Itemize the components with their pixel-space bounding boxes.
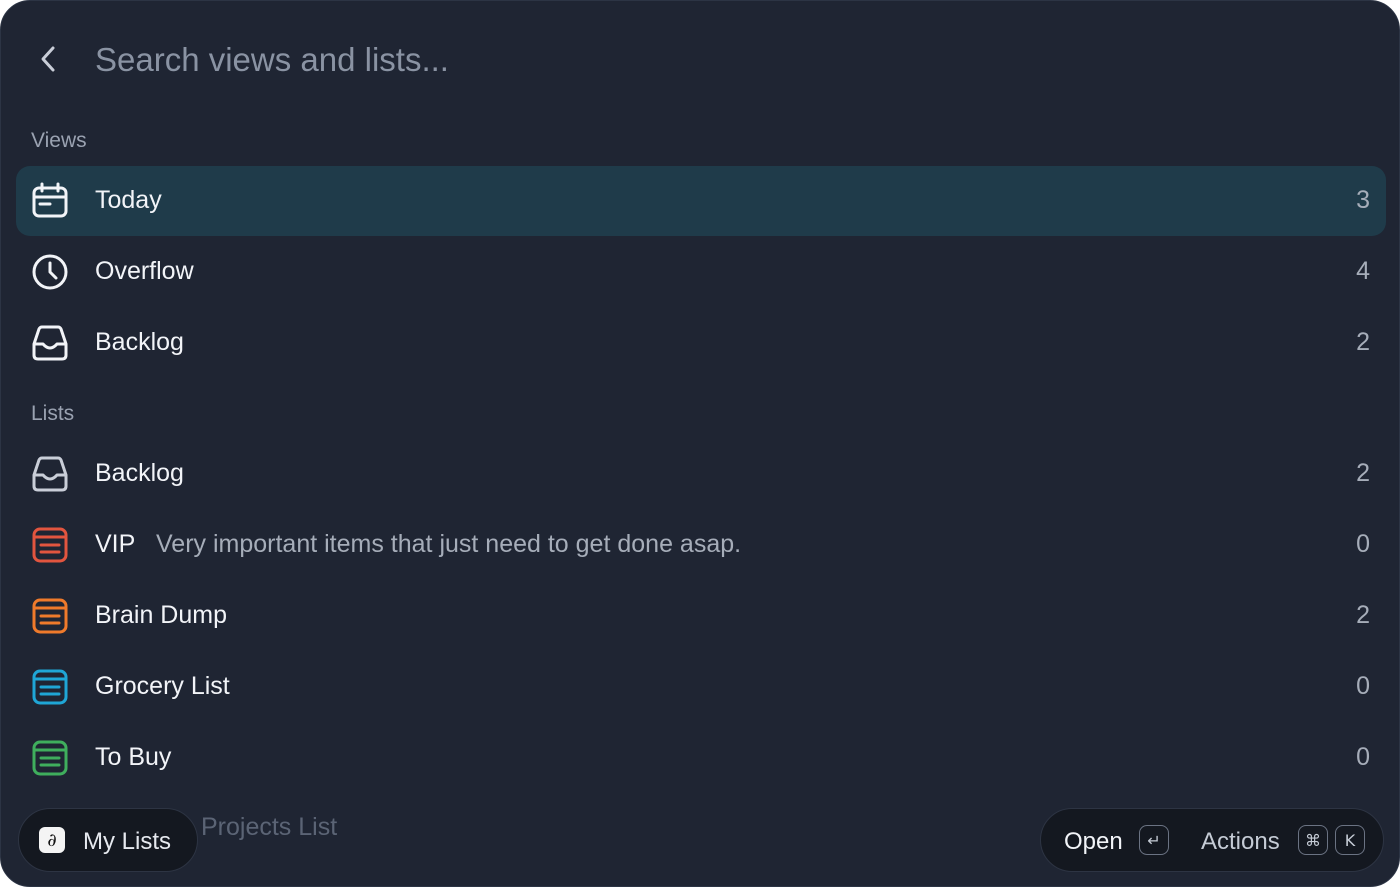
- list-item-to-buy[interactable]: To Buy 0: [16, 723, 1386, 793]
- lists-section-title: Lists: [31, 402, 75, 425]
- command-palette-window: Views Today 3 Overflow 4: [0, 0, 1400, 887]
- list-item-label: To Buy: [95, 743, 172, 771]
- clock-icon: [30, 252, 70, 292]
- app-logo-icon: ∂: [39, 827, 65, 853]
- list-icon: [30, 667, 70, 707]
- search-input[interactable]: [95, 37, 1095, 83]
- k-key-icon: K: [1335, 825, 1365, 855]
- footer-actions-bar: Open ↵ Actions ⌘ K: [1040, 808, 1384, 872]
- command-key-icon: ⌘: [1298, 825, 1328, 855]
- open-button[interactable]: Open: [1064, 828, 1123, 856]
- search-bar: [1, 1, 1399, 119]
- list-item-brain-dump[interactable]: Brain Dump 2: [16, 581, 1386, 651]
- list-item-count: 0: [1356, 743, 1370, 771]
- list-item-vip[interactable]: VIP Very important items that just need …: [16, 510, 1386, 580]
- view-item-today[interactable]: Today 3: [16, 166, 1386, 236]
- list-item-label: VIP: [95, 530, 136, 558]
- my-lists-label: My Lists: [83, 828, 172, 855]
- list-item-label: Backlog: [95, 459, 184, 487]
- list-icon: [30, 596, 70, 636]
- inbox-icon: [30, 323, 70, 363]
- inbox-icon: [30, 454, 70, 494]
- my-lists-button[interactable]: ∂ My Lists: [18, 808, 198, 872]
- view-item-label: Backlog: [95, 328, 184, 356]
- list-item-count: 0: [1356, 530, 1370, 558]
- view-item-count: 3: [1356, 186, 1370, 214]
- actions-button[interactable]: Actions: [1201, 828, 1280, 856]
- list-item-count: 2: [1356, 459, 1370, 487]
- list-item-count: 2: [1356, 601, 1370, 629]
- calendar-icon: [30, 181, 70, 221]
- list-item-count: 0: [1356, 672, 1370, 700]
- enter-key-icon: ↵: [1139, 825, 1169, 855]
- view-item-overflow[interactable]: Overflow 4: [16, 237, 1386, 307]
- list-item-description: Very important items that just need to g…: [156, 530, 742, 558]
- list-icon: [30, 738, 70, 778]
- list-item-grocery-list[interactable]: Grocery List 0: [16, 652, 1386, 722]
- list-item-backlog[interactable]: Backlog 2: [16, 439, 1386, 509]
- view-item-count: 4: [1356, 257, 1370, 285]
- view-item-backlog[interactable]: Backlog 2: [16, 308, 1386, 378]
- back-button[interactable]: [31, 41, 67, 77]
- list-item-projects-list[interactable]: Projects List: [201, 813, 337, 842]
- chevron-left-icon: [41, 46, 55, 72]
- view-item-label: Overflow: [95, 257, 194, 285]
- list-item-label: Grocery List: [95, 672, 230, 700]
- list-item-label: Brain Dump: [95, 601, 227, 629]
- view-item-count: 2: [1356, 328, 1370, 356]
- view-item-label: Today: [95, 186, 162, 214]
- views-section-title: Views: [31, 129, 87, 152]
- list-icon: [30, 525, 70, 565]
